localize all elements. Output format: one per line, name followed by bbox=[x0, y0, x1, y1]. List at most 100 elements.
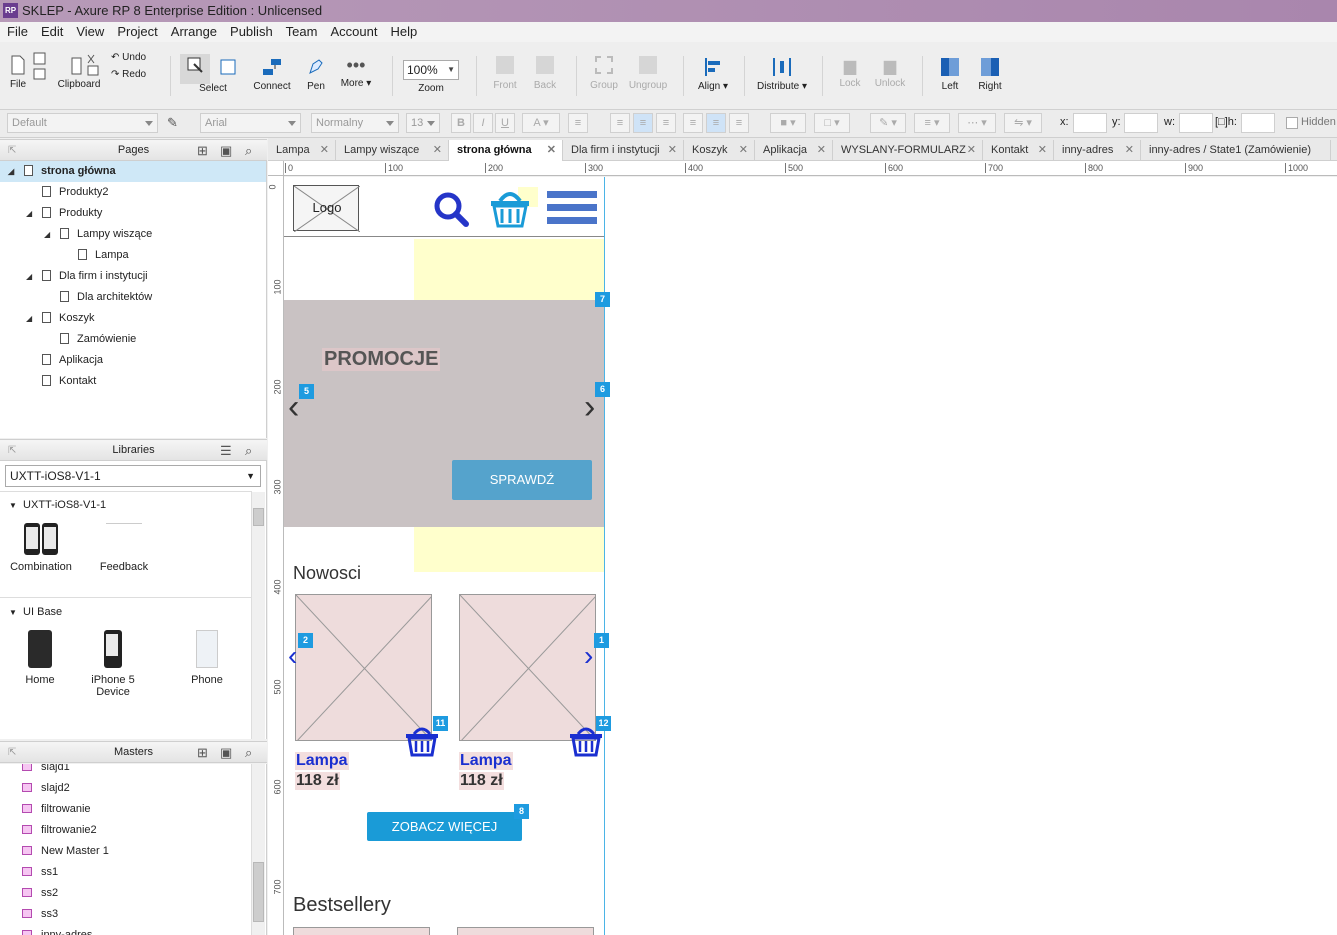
style-editor-icon[interactable]: ✎ bbox=[167, 115, 178, 131]
see-more-button[interactable]: ZOBACZ WIĘCEJ bbox=[367, 812, 522, 841]
library-select[interactable]: UXTT-iOS8-V1-1 ▼ bbox=[5, 465, 261, 487]
page-item[interactable]: ◢ strona główna bbox=[0, 161, 266, 182]
hamburger-menu-icon[interactable] bbox=[546, 189, 598, 229]
library-item-home[interactable]: Home bbox=[0, 630, 80, 686]
more-tool[interactable]: ••• More ▾ bbox=[338, 56, 374, 89]
zoom-select[interactable]: 100% ▼ bbox=[403, 60, 459, 80]
page-item[interactable]: Dla architektów bbox=[0, 287, 266, 308]
close-tab-icon[interactable]: ✕ bbox=[547, 140, 556, 160]
valign-bottom-icon[interactable]: ≡ bbox=[729, 113, 749, 133]
page-item[interactable]: Zamówienie bbox=[0, 329, 266, 350]
page-item[interactable]: Kontakt bbox=[0, 371, 266, 392]
pen-tool[interactable]: Pen bbox=[300, 56, 332, 92]
search-icon[interactable]: ⌕ bbox=[245, 142, 252, 159]
page-tab[interactable]: Koszyk ✕ bbox=[684, 140, 755, 161]
menu-view[interactable]: View bbox=[69, 22, 110, 42]
page-item[interactable]: ◢ Koszyk bbox=[0, 308, 266, 329]
search-icon[interactable]: ⌕ bbox=[245, 442, 252, 459]
add-folder-icon[interactable]: ▣ bbox=[220, 142, 232, 159]
page-tab[interactable]: Lampa ✕ bbox=[268, 140, 336, 161]
bullet-list-icon[interactable]: ≡ bbox=[568, 113, 588, 133]
font-size-select[interactable]: 13 bbox=[406, 113, 440, 133]
close-tab-icon[interactable]: ✕ bbox=[320, 140, 329, 160]
bold-button[interactable]: B bbox=[451, 113, 471, 133]
add-master-icon[interactable]: ⊞ bbox=[197, 744, 208, 761]
align-text-left-icon[interactable]: ≡ bbox=[610, 113, 630, 133]
redo-button[interactable]: ↷ Redo bbox=[111, 69, 146, 80]
lock-button[interactable]: ▆ Lock bbox=[836, 56, 864, 89]
product-image-placeholder[interactable] bbox=[293, 927, 430, 935]
close-tab-icon[interactable]: ✕ bbox=[967, 140, 976, 160]
lock-ratio-icon[interactable]: [□] bbox=[1215, 116, 1228, 128]
font-color-button[interactable]: A ▾ bbox=[522, 113, 560, 133]
slider-next-icon[interactable]: › bbox=[584, 390, 595, 424]
marker-badge-8[interactable]: 8 bbox=[514, 804, 529, 819]
connect-tool[interactable]: Connect bbox=[252, 56, 292, 92]
libraries-scrollbar[interactable] bbox=[251, 492, 265, 739]
menu-arrange[interactable]: Arrange bbox=[164, 22, 223, 42]
scroll-thumb[interactable] bbox=[253, 508, 264, 526]
product-image-placeholder[interactable] bbox=[459, 594, 596, 741]
page-item[interactable]: Aplikacja bbox=[0, 350, 266, 371]
page-tab[interactable]: Lampy wiszące ✕ bbox=[336, 140, 449, 161]
basket-icon[interactable] bbox=[488, 185, 532, 229]
master-item[interactable]: filtrowanie bbox=[22, 799, 91, 820]
expand-arrow-icon[interactable]: ◢ bbox=[8, 161, 14, 182]
crop-select-icon[interactable] bbox=[219, 58, 239, 78]
select-tool[interactable] bbox=[180, 54, 210, 84]
unlock-button[interactable]: ▆ Unlock bbox=[872, 56, 908, 89]
slider-prev-icon[interactable]: ‹ bbox=[288, 390, 299, 424]
add-page-icon[interactable]: ⊞ bbox=[197, 142, 208, 159]
carousel-next-icon[interactable]: › bbox=[584, 642, 593, 670]
product-image-placeholder[interactable] bbox=[457, 927, 594, 935]
page-item[interactable]: ◢ Dla firm i instytucji bbox=[0, 266, 266, 287]
send-back-button[interactable]: Back bbox=[530, 56, 560, 91]
italic-button[interactable]: I bbox=[473, 113, 493, 133]
save-icon[interactable] bbox=[33, 52, 47, 82]
marker-badge-11[interactable]: 11 bbox=[433, 716, 448, 731]
marker-badge-2[interactable]: 2 bbox=[298, 633, 313, 648]
library-item-phone[interactable]: Phone bbox=[167, 630, 247, 686]
marker-badge-5[interactable]: 5 bbox=[299, 384, 314, 399]
marker-badge-1[interactable]: 1 bbox=[594, 633, 609, 648]
menu-help[interactable]: Help bbox=[383, 22, 423, 42]
arrow-style-button[interactable]: ⇋ ▾ bbox=[1004, 113, 1042, 133]
page-tab[interactable]: Kontakt ✕ bbox=[983, 140, 1054, 161]
design-canvas[interactable]: Logo PROMOCJE ‹ › SPRAWDŹ 7 5 6 Nowosci … bbox=[284, 177, 1337, 935]
expand-arrow-icon[interactable]: ◢ bbox=[26, 203, 32, 224]
library-item-combination[interactable]: Combination bbox=[1, 523, 81, 573]
align-text-right-icon[interactable]: ≡ bbox=[656, 113, 676, 133]
marker-badge-12[interactable]: 12 bbox=[596, 716, 611, 731]
marker-badge-7[interactable]: 7 bbox=[595, 292, 610, 307]
right-button[interactable]: Right bbox=[976, 56, 1004, 92]
library-item-feedback[interactable]: Feedback bbox=[84, 523, 164, 573]
library-group-uxtt[interactable]: ▼ UXTT-iOS8-V1-1 bbox=[9, 499, 106, 511]
x-input[interactable] bbox=[1073, 113, 1107, 133]
menu-publish[interactable]: Publish bbox=[223, 22, 279, 42]
expand-arrow-icon[interactable]: ◢ bbox=[26, 308, 32, 329]
page-tab[interactable]: WYSLANY-FORMULARZ ✕ bbox=[833, 140, 983, 161]
collapse-icon[interactable]: ⇱ bbox=[8, 442, 16, 459]
close-tab-icon[interactable]: ✕ bbox=[668, 140, 677, 160]
h-input[interactable] bbox=[1241, 113, 1275, 133]
align-button[interactable]: Align ▾ bbox=[693, 56, 733, 92]
page-item[interactable]: ◢ Produkty bbox=[0, 203, 266, 224]
ungroup-button[interactable]: Ungroup bbox=[626, 56, 670, 91]
menu-account[interactable]: Account bbox=[323, 22, 383, 42]
master-item[interactable]: ss2 bbox=[22, 883, 58, 904]
y-input[interactable] bbox=[1124, 113, 1158, 133]
master-item[interactable]: New Master 1 bbox=[22, 841, 109, 862]
group-button[interactable]: Group bbox=[588, 56, 620, 91]
search-icon[interactable]: ⌕ bbox=[245, 744, 252, 761]
menu-project[interactable]: Project bbox=[110, 22, 163, 42]
menu-edit[interactable]: Edit bbox=[34, 22, 69, 42]
hidden-checkbox[interactable] bbox=[1286, 117, 1298, 129]
library-group-ui-base[interactable]: ▼ UI Base bbox=[9, 606, 62, 618]
master-item[interactable]: slajd2 bbox=[22, 778, 70, 799]
undo-button[interactable]: ↶ Undo bbox=[111, 52, 146, 63]
product-image-placeholder[interactable] bbox=[295, 594, 432, 741]
valign-top-icon[interactable]: ≡ bbox=[683, 113, 703, 133]
page-tab[interactable]: Dla firm i instytucji ✕ bbox=[563, 140, 684, 161]
add-folder-icon[interactable]: ▣ bbox=[220, 744, 232, 761]
library-item-iphone5[interactable]: iPhone 5 Device bbox=[73, 630, 153, 698]
